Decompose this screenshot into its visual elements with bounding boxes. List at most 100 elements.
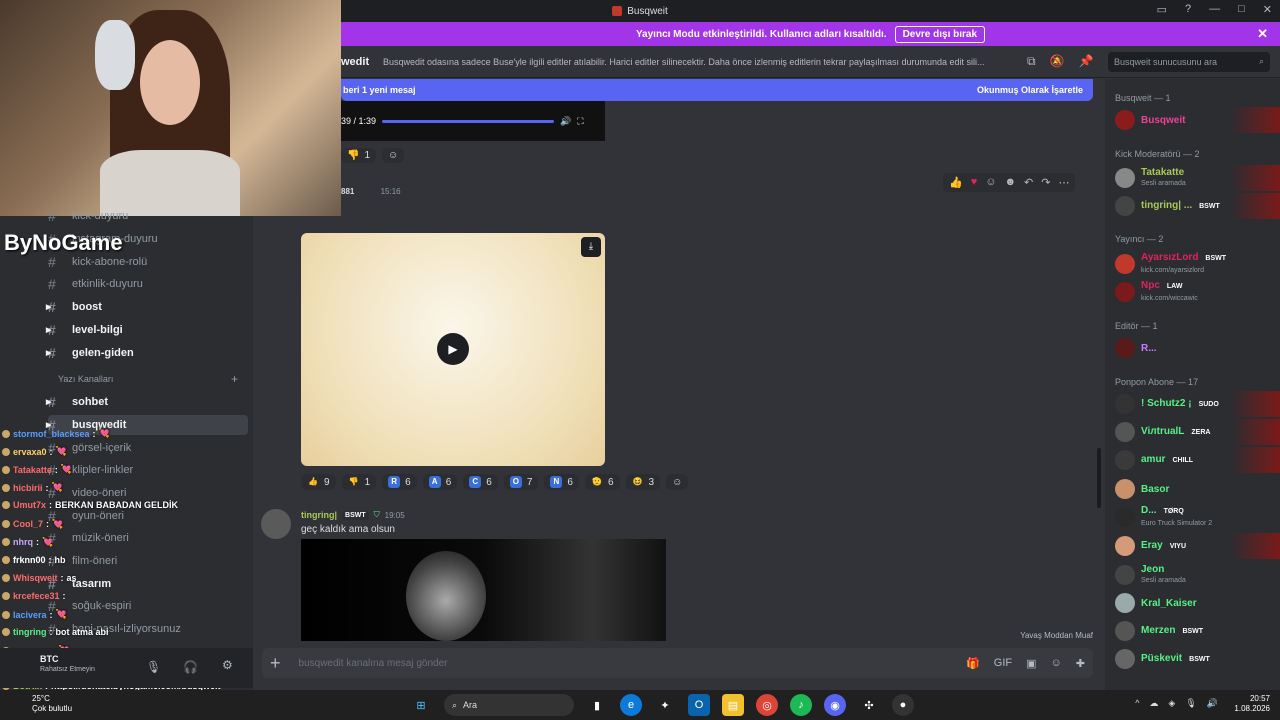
fullscreen-icon[interactable]: ⛶ bbox=[577, 116, 583, 127]
add-reaction-icon[interactable]: ☺ bbox=[382, 148, 405, 163]
play-icon[interactable]: ▶ bbox=[437, 333, 469, 365]
volume-icon[interactable]: 🔊 bbox=[560, 116, 571, 127]
image-attachment[interactable] bbox=[301, 539, 666, 641]
scrollbar[interactable] bbox=[1097, 448, 1101, 508]
member-item[interactable]: tingring| ... BSWT bbox=[1115, 193, 1280, 219]
sidebar-item-6[interactable]: ▶ # gelen-giden bbox=[46, 343, 248, 363]
search-input[interactable]: Busqweit sunucusunu ara ⌕ bbox=[1108, 52, 1270, 72]
windows-start-icon[interactable]: ⊞ bbox=[410, 694, 432, 716]
message-author[interactable]: tingring| bbox=[301, 510, 337, 520]
help-icon[interactable]: ? bbox=[1185, 3, 1191, 16]
gif-icon[interactable]: GIF bbox=[994, 657, 1012, 670]
nvidia-icon[interactable]: ◈ bbox=[1168, 698, 1175, 709]
copilot-icon[interactable]: ✦ bbox=[654, 694, 676, 716]
chevron-up-icon[interactable]: ^ bbox=[1135, 698, 1139, 709]
reaction[interactable]: 😆 3 bbox=[625, 474, 661, 490]
sidebar-item-14[interactable]: # film-öneri bbox=[48, 551, 248, 571]
message-author[interactable]: 881 bbox=[341, 187, 354, 196]
new-messages-bar[interactable]: beri 1 yeni mesaj Okunmuş Olarak İşaretl… bbox=[341, 79, 1093, 101]
avatar[interactable] bbox=[261, 509, 291, 539]
edge-icon[interactable]: e bbox=[620, 694, 642, 716]
create-channel-icon[interactable]: + bbox=[231, 372, 238, 386]
sidebar-item-13[interactable]: # müzik-öneri bbox=[48, 528, 248, 548]
channel-topic[interactable]: Busqwedit odasına sadece Buse'yle ilgili… bbox=[383, 57, 1003, 67]
member-item[interactable]: Tatakatte Sesli aramada bbox=[1115, 165, 1280, 191]
settings-icon[interactable]: ⚙ bbox=[222, 658, 233, 672]
microphone-icon[interactable]: 🎙 bbox=[146, 660, 161, 674]
emoji-icon[interactable]: ☺ bbox=[985, 176, 996, 189]
reaction[interactable]: A6 bbox=[422, 474, 458, 490]
disable-streamer-mode-button[interactable]: Devre dışı bırak bbox=[894, 25, 986, 43]
sidebar-item-0[interactable]: # kick-duyuru bbox=[48, 206, 248, 226]
member-item[interactable]: Jeon Sesli aramada bbox=[1115, 562, 1280, 588]
maximize-button[interactable]: □ bbox=[1238, 3, 1245, 16]
sidebar-item-16[interactable]: # soğuk-espiri bbox=[48, 596, 248, 616]
sidebar-item-3[interactable]: # etkinlik-duyuru bbox=[48, 274, 248, 294]
clock[interactable]: 20:57 1.08.2026 bbox=[1234, 694, 1270, 714]
reaction[interactable]: 🫡 6 bbox=[584, 474, 620, 490]
reaction[interactable]: C6 bbox=[463, 474, 498, 490]
obs-icon[interactable]: ● bbox=[892, 694, 914, 716]
category-text-channels[interactable]: Yazı Kanalları bbox=[58, 374, 113, 384]
member-item[interactable]: Kral_Kaiser bbox=[1115, 590, 1280, 616]
member-item[interactable]: ViлtrualL ZERA bbox=[1115, 419, 1280, 445]
headphones-toggle-icon[interactable]: 🎧 bbox=[183, 660, 198, 674]
sidebar-item-15[interactable]: # tasarım bbox=[48, 574, 248, 594]
threads-icon[interactable]: ⧉ bbox=[1027, 54, 1036, 69]
sidebar-item-5[interactable]: ▶ # level-bilgi bbox=[46, 320, 248, 340]
member-item[interactable]: Eray VIYU bbox=[1115, 533, 1280, 559]
volume-tray-icon[interactable]: 🔊 bbox=[1207, 698, 1218, 709]
sidebar-item-7[interactable]: ▶ # sohbet bbox=[46, 392, 248, 412]
emoji-picker-icon[interactable]: ☺ bbox=[1051, 657, 1062, 670]
member-item[interactable]: Busqweit bbox=[1115, 107, 1280, 133]
gift-icon[interactable]: 🎁 bbox=[966, 657, 980, 670]
video-progress-bar[interactable] bbox=[382, 119, 555, 123]
sticker-icon[interactable]: ▣ bbox=[1026, 657, 1036, 670]
member-item[interactable]: R... bbox=[1115, 335, 1280, 361]
reaction[interactable]: O7 bbox=[503, 474, 539, 490]
member-item[interactable]: amur CHILL bbox=[1115, 447, 1280, 473]
file-explorer-icon[interactable]: ▤ bbox=[722, 694, 744, 716]
sidebar-item-4[interactable]: ▶ # boost bbox=[46, 297, 248, 317]
discord-icon[interactable]: ◉ bbox=[824, 694, 846, 716]
mic-tray-icon[interactable]: 🎙 bbox=[1185, 698, 1196, 709]
chrome-icon[interactable]: ◎ bbox=[756, 694, 778, 716]
upload-plus-icon[interactable]: + bbox=[270, 653, 281, 674]
cloud-icon[interactable]: ☁ bbox=[1149, 698, 1158, 709]
taskbar-search[interactable]: ⌕ Ara bbox=[444, 694, 574, 716]
task-view-icon[interactable]: ▮ bbox=[586, 694, 608, 716]
pin-icon[interactable]: 📌 bbox=[1079, 54, 1094, 69]
reaction[interactable]: R6 bbox=[382, 474, 417, 490]
apps-icon[interactable]: ✚ bbox=[1076, 657, 1085, 670]
reply-icon[interactable]: ↶ bbox=[1024, 176, 1033, 189]
member-item[interactable]: Püskevit BSWT bbox=[1115, 646, 1280, 672]
mark-as-read-button[interactable]: Okunmuş Olarak İşaretle bbox=[977, 85, 1083, 95]
reaction[interactable]: 👎 1 bbox=[341, 474, 377, 490]
sidebar-item-9[interactable]: # görsel-içerik bbox=[48, 438, 248, 458]
member-item[interactable]: AyarsızLord BSWT kick.com/ayarsizlord bbox=[1115, 251, 1280, 277]
inbox-icon[interactable]: ▭ bbox=[1157, 3, 1167, 16]
add-reaction-icon[interactable]: ☻ bbox=[1004, 176, 1016, 189]
member-item[interactable]: ! Sсhutz2 ¡ SUDO bbox=[1115, 391, 1280, 417]
outlook-icon[interactable]: O bbox=[688, 694, 710, 716]
reaction[interactable]: 👎 1 bbox=[341, 148, 377, 163]
weather-widget[interactable]: 25°C Çok bulutlu bbox=[8, 694, 72, 714]
member-item[interactable]: Npc LAW kick.com/wiccawic bbox=[1115, 279, 1280, 305]
close-icon[interactable]: ✕ bbox=[1257, 26, 1268, 42]
thumbs-up-icon[interactable]: 👍 bbox=[949, 176, 963, 189]
member-item[interactable]: Merzen BSWT bbox=[1115, 618, 1280, 644]
more-icon[interactable]: ⋯ bbox=[1058, 176, 1069, 189]
add-reaction-icon[interactable]: ☺ bbox=[666, 474, 689, 490]
member-item[interactable]: D... TØRQ Euro Truck Simulator 2 bbox=[1115, 504, 1280, 530]
message-input[interactable]: + busqwedit kanalına mesaj gönder 🎁 GIF … bbox=[262, 648, 1093, 678]
minimize-button[interactable]: — bbox=[1209, 3, 1220, 16]
close-button[interactable]: ✕ bbox=[1263, 3, 1272, 16]
member-item[interactable]: Basor bbox=[1115, 476, 1280, 502]
forward-icon[interactable]: ↷ bbox=[1041, 176, 1050, 189]
network-app-icon[interactable]: ✣ bbox=[858, 694, 880, 716]
download-icon[interactable]: ⤓ bbox=[581, 237, 601, 257]
heart-icon[interactable]: ♥ bbox=[971, 176, 978, 189]
sidebar-item-10[interactable]: # klipler-linkler bbox=[48, 460, 248, 480]
reaction[interactable]: N6 bbox=[544, 474, 579, 490]
notification-mute-icon[interactable]: 🔕 bbox=[1050, 54, 1065, 69]
